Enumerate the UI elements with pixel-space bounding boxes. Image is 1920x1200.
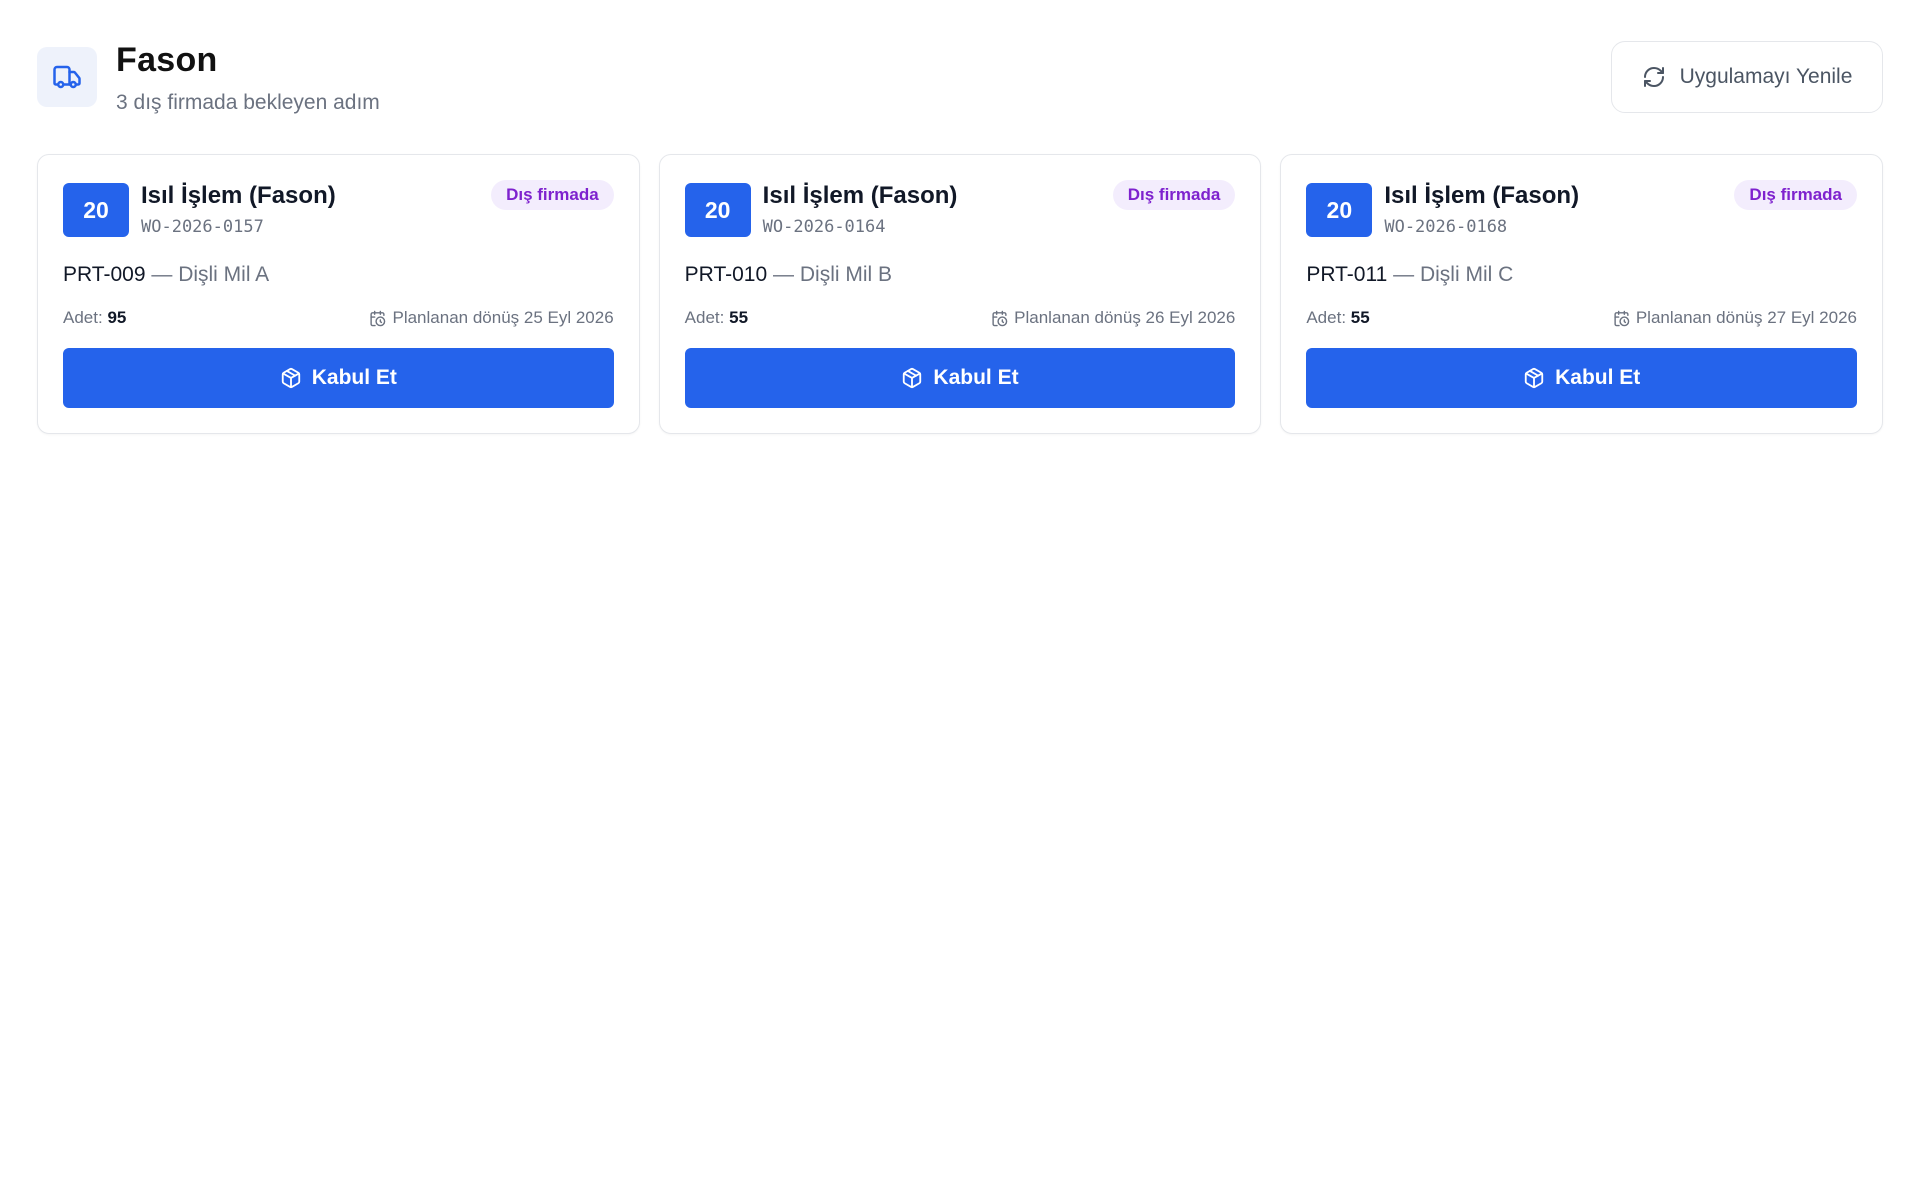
step-number-badge: 20 — [63, 183, 129, 237]
part-separator: — — [151, 263, 173, 286]
calendar-clock-icon — [369, 310, 386, 327]
outsource-card-list: 20 Isıl İşlem (Fason) WO-2026-0157 Dış f… — [37, 154, 1884, 434]
part-line: PRT-009 — Dişli Mil A — [63, 261, 269, 289]
quantity-label: Adet: — [684, 308, 725, 327]
part-name: Dişli Mil A — [178, 263, 270, 286]
work-order-number: WO-2026-0164 — [762, 217, 886, 237]
step-name: Isıl İşlem (Fason) — [1384, 182, 1580, 209]
step-number-badge: 20 — [684, 183, 751, 237]
outsource-card: 20 Isıl İşlem (Fason) WO-2026-0168 Dış f… — [1280, 154, 1884, 434]
step-name: Isıl İşlem (Fason) — [762, 182, 958, 209]
status-badge: Dış firmada — [1734, 180, 1858, 210]
quantity-value: 55 — [729, 308, 749, 327]
quantity-label: Adet: — [63, 308, 103, 327]
work-order-number: WO-2026-0157 — [141, 217, 264, 237]
part-name: Dişli Mil C — [1419, 263, 1514, 286]
planned-return: Planlanan dönüş 25 Eyl 2026 — [369, 306, 614, 330]
outsource-card: 20 Isıl İşlem (Fason) WO-2026-0164 Dış f… — [658, 154, 1262, 434]
planned-return-text: Planlanan dönüş 27 Eyl 2026 — [1635, 308, 1858, 327]
part-code: PRT-010 — [684, 263, 768, 286]
truck-icon — [37, 47, 97, 107]
part-separator: — — [773, 263, 795, 286]
package-icon — [901, 367, 923, 389]
package-icon — [1523, 367, 1545, 389]
fason-page: Fason 3 dış firmada bekleyen adım Uygula… — [0, 0, 1920, 1200]
refresh-button-label: Uygulamayı Yenile — [1679, 65, 1853, 88]
planned-return: Planlanan dönüş 27 Eyl 2026 — [1613, 306, 1857, 330]
part-separator: — — [1393, 263, 1415, 286]
quantity-label: Adet: — [1306, 308, 1347, 327]
status-badge: Dış firmada — [1112, 180, 1236, 210]
refresh-app-button[interactable]: Uygulamayı Yenile — [1611, 41, 1883, 113]
quantity-value: 95 — [107, 308, 127, 327]
quantity-line: Adet: 55 — [1306, 306, 1369, 330]
part-code: PRT-009 — [63, 263, 146, 286]
status-badge: Dış firmada — [491, 180, 614, 210]
step-name: Isıl İşlem (Fason) — [141, 182, 336, 209]
refresh-icon — [1642, 65, 1666, 89]
quantity-line: Adet: 95 — [63, 306, 126, 330]
planned-return-text: Planlanan dönüş 25 Eyl 2026 — [392, 308, 614, 327]
accept-button-label: Kabul Et — [933, 366, 1019, 389]
part-code: PRT-011 — [1306, 263, 1388, 286]
part-line: PRT-011 — Dişli Mil C — [1306, 261, 1513, 289]
accept-button[interactable]: Kabul Et — [1306, 348, 1858, 408]
package-icon — [280, 367, 302, 389]
outsource-card: 20 Isıl İşlem (Fason) WO-2026-0157 Dış f… — [37, 154, 640, 434]
calendar-clock-icon — [1613, 310, 1630, 327]
quantity-line: Adet: 55 — [685, 306, 748, 330]
page-subtitle: 3 dış firmada bekleyen adım — [116, 91, 380, 114]
page-header: Fason 3 dış firmada bekleyen adım Uygula… — [37, 0, 1883, 154]
quantity-value: 55 — [1350, 308, 1370, 327]
page-title: Fason — [116, 41, 218, 79]
accept-button[interactable]: Kabul Et — [63, 348, 614, 408]
planned-return: Planlanan dönüş 26 Eyl 2026 — [991, 306, 1235, 330]
part-name: Dişli Mil B — [799, 263, 893, 286]
accept-button-label: Kabul Et — [1555, 366, 1641, 389]
calendar-clock-icon — [991, 310, 1008, 327]
step-number-badge: 20 — [1306, 183, 1373, 237]
accept-button-label: Kabul Et — [311, 366, 397, 389]
accept-button[interactable]: Kabul Et — [684, 348, 1236, 408]
planned-return-text: Planlanan dönüş 26 Eyl 2026 — [1014, 308, 1236, 327]
work-order-number: WO-2026-0168 — [1384, 217, 1508, 237]
part-line: PRT-010 — Dişli Mil B — [685, 261, 892, 289]
